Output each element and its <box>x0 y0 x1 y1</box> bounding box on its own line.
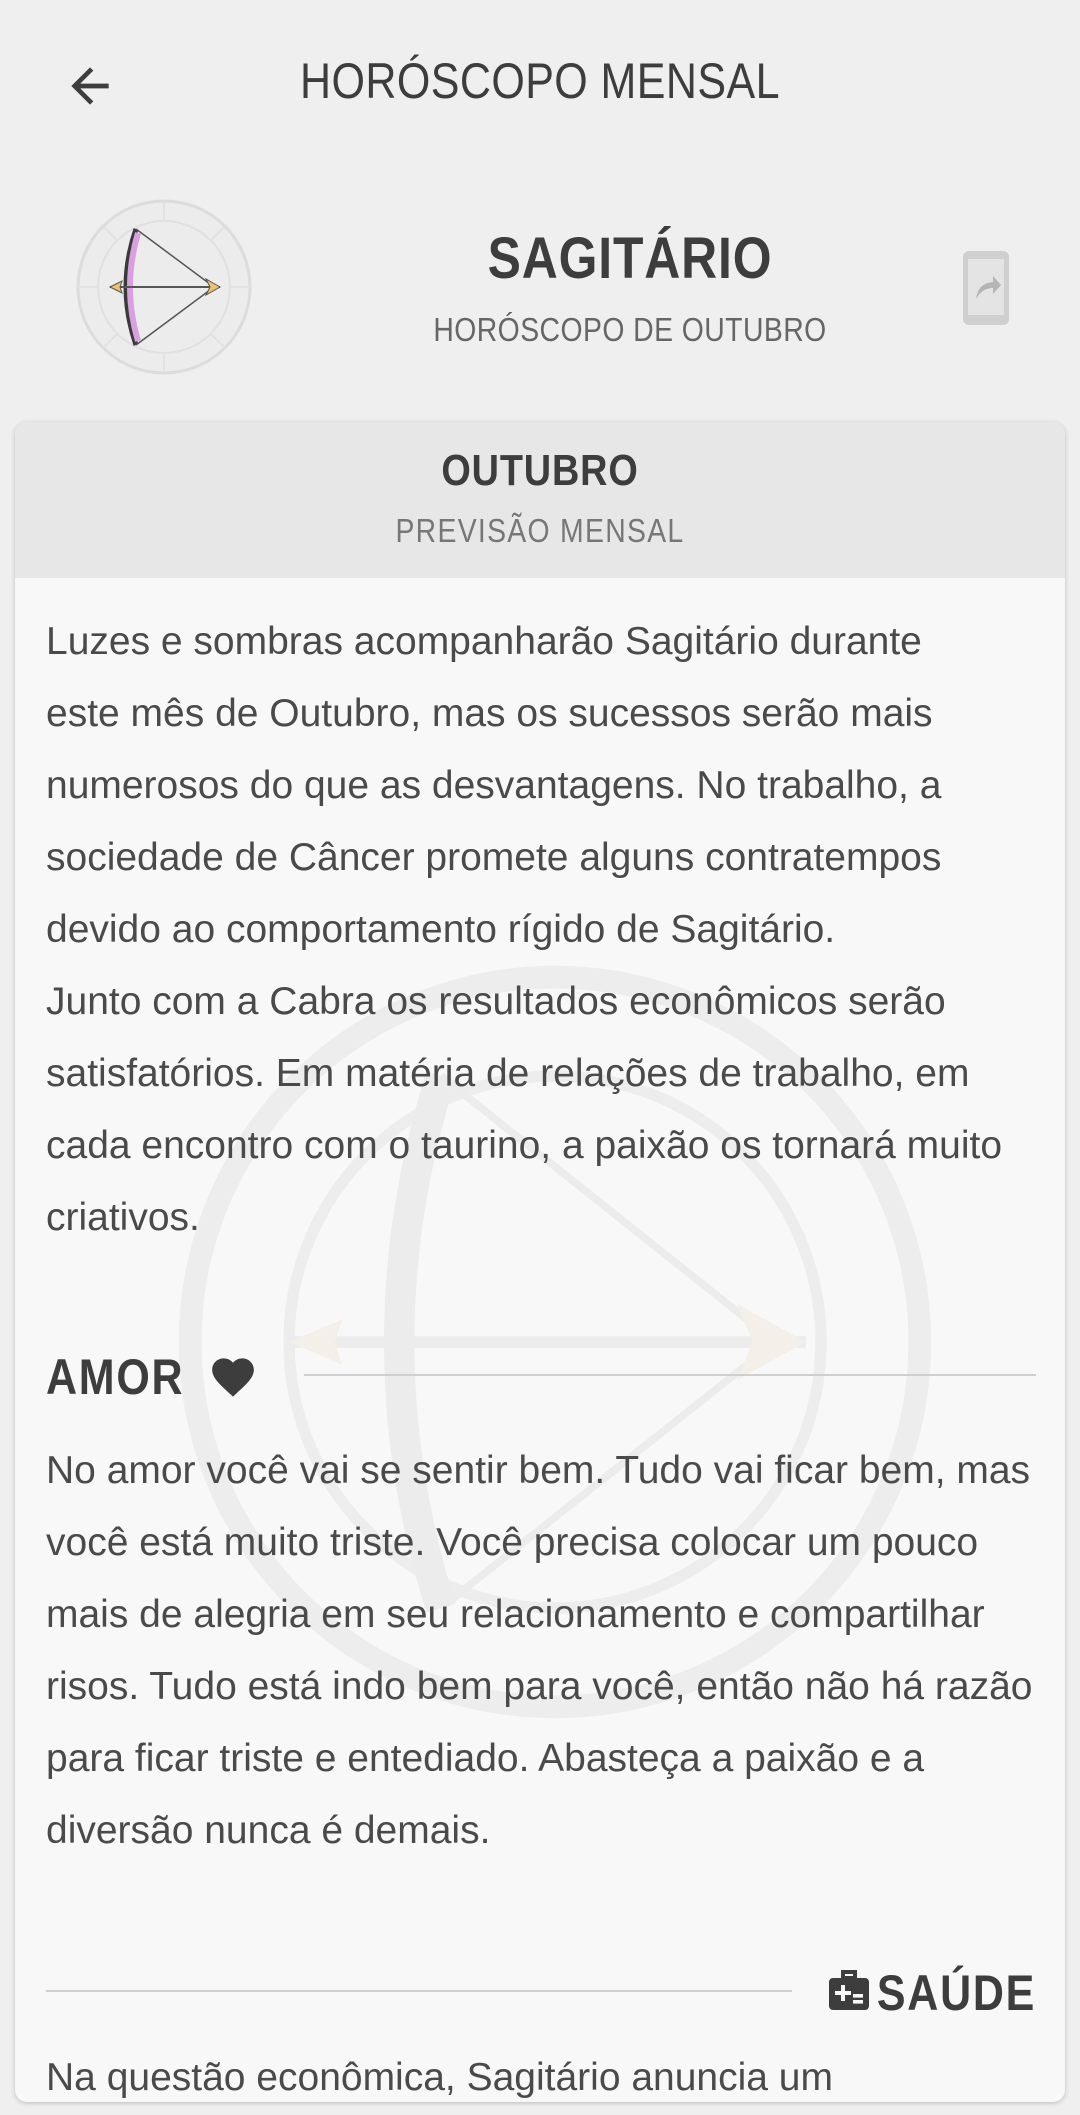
page-title: HORÓSCOPO MENSAL <box>300 53 780 109</box>
health-section-header: SAÚDE <box>46 1946 1036 2036</box>
text-line: sociedade de Câncer promete alguns contr… <box>46 836 942 879</box>
card-month: OUTUBRO <box>441 446 639 495</box>
text-line: numerosos do que as desvantagens. No tra… <box>46 764 942 807</box>
sign-name: SAGITÁRIO <box>487 226 773 291</box>
divider <box>304 1374 1036 1376</box>
text-line: Luzes e sombras acompanharão Sagitário d… <box>46 620 922 663</box>
text-line: você está muito triste. Você precisa col… <box>46 1521 979 1564</box>
text-line: diversão nunca é demais. <box>46 1809 491 1852</box>
text-line: devido ao comportamento rígido de Sagitá… <box>46 908 836 951</box>
divider <box>46 1990 792 1992</box>
text-line: Na questão econômica, Sagitário anuncia … <box>46 2056 833 2099</box>
love-title: AMOR <box>46 1349 185 1405</box>
monthly-forecast-card: OUTUBRO PREVISÃO MENSAL Luzes e sombras … <box>15 422 1065 2102</box>
card-forecast-label: PREVISÃO MENSAL <box>395 512 685 549</box>
text-line: criativos. <box>46 1196 200 1239</box>
medical-kit-icon <box>829 1970 869 2010</box>
card-header: OUTUBRO PREVISÃO MENSAL <box>15 422 1065 578</box>
text-line: No amor você vai se sentir bem. Tudo vai… <box>46 1449 1031 1492</box>
love-section-header: AMOR <box>46 1330 1036 1420</box>
text-line: cada encontro com o taurino, a paixão os… <box>46 1124 1003 1167</box>
text-line: Junto com a Cabra os resultados econômic… <box>46 980 946 1023</box>
text-line: este mês de Outubro, mas os sucessos ser… <box>46 692 933 735</box>
text-line: risos. Tudo está indo bem para você, ent… <box>46 1665 1033 1708</box>
share-button[interactable] <box>954 247 1018 329</box>
sign-header: SAGITÁRIO HORÓSCOPO DE OUTUBRO <box>0 175 1080 405</box>
health-text: Na questão econômica, Sagitário anuncia … <box>46 2042 1056 2102</box>
text-line: para ficar triste e entediado. Abasteça … <box>46 1737 925 1780</box>
love-text: No amor você vai se sentir bem. Tudo vai… <box>46 1435 1056 1867</box>
text-line: mais de alegria em seu relacionamento e … <box>46 1593 985 1636</box>
sagittarius-bow-icon <box>76 199 252 375</box>
health-title: SAÚDE <box>876 1965 1036 2021</box>
top-app-bar: HORÓSCOPO MENSAL <box>0 0 1080 168</box>
text-line: satisfatórios. Em matéria de relações de… <box>46 1052 970 1095</box>
sign-subtitle: HORÓSCOPO DE OUTUBRO <box>433 311 827 348</box>
monthly-forecast-text: Luzes e sombras acompanharão Sagitário d… <box>46 606 1056 1254</box>
share-phone-icon <box>963 251 1009 325</box>
heart-icon <box>212 1358 254 1397</box>
